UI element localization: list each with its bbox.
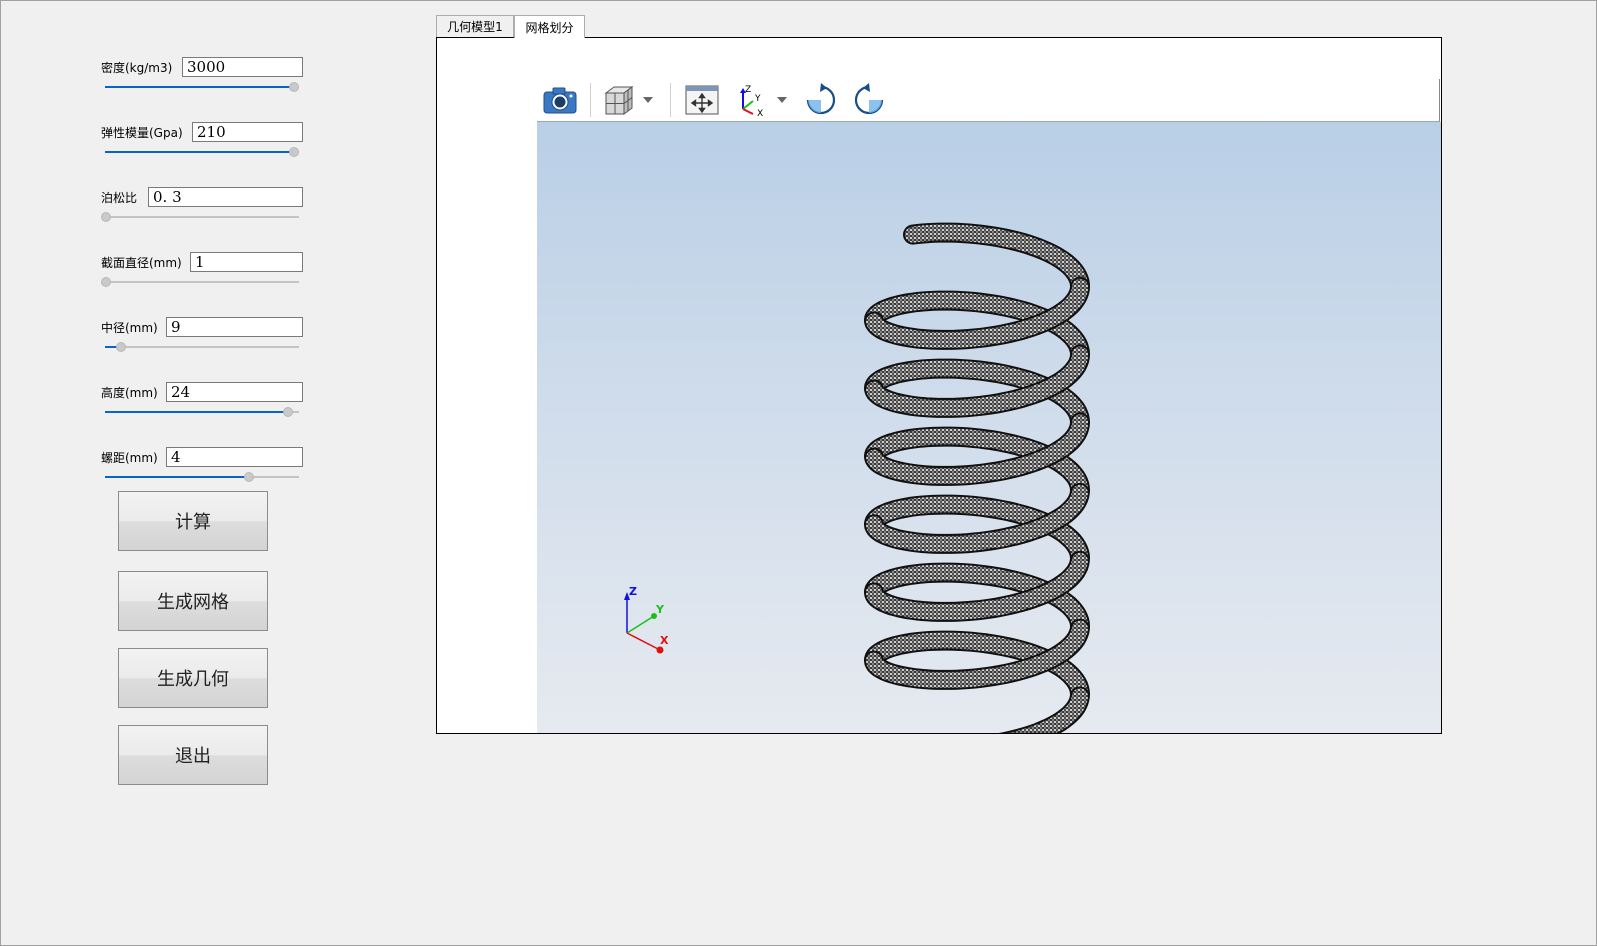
spring-mesh [864,222,1090,733]
mean-diameter-label: 中径(mm) [101,321,158,335]
view-cube-dropdown-chevron-down-icon[interactable] [641,83,655,117]
height-input[interactable]: 24 [166,382,303,402]
poisson-ratio-slider-thumb[interactable] [101,212,111,222]
fit-all-icon[interactable] [683,83,721,117]
rotate-clockwise-icon[interactable] [803,83,839,117]
toolbar-separator [670,83,671,117]
poisson-ratio-input[interactable]: 0. 3 [148,187,303,207]
axis-z-label: Z [629,585,637,598]
density-label: 密度(kg/m3) [101,61,173,75]
view-cube-icon[interactable] [601,83,639,117]
pitch-slider-fill [105,476,248,478]
elastic-modulus-label: 弹性模量(Gpa) [101,126,183,140]
mean-diameter-slider[interactable] [105,341,299,353]
tab-meshing[interactable]: 网格划分 [514,15,585,38]
axis-triad: Z Y X [624,585,669,654]
mean-diameter-slider-thumb[interactable] [116,342,127,352]
poisson-ratio-slider[interactable] [101,211,299,223]
toolbar-axis-y-label: Y [754,94,761,104]
density-slider[interactable] [105,81,299,93]
pitch-slider-thumb[interactable] [243,472,254,482]
axis-x-label: X [660,634,669,647]
section-diameter-label: 截面直径(mm) [101,256,182,270]
elastic-modulus-slider-fill [105,151,293,153]
mean-diameter-input[interactable]: 9 [166,317,303,337]
pitch-slider[interactable] [105,471,299,483]
3d-viewport[interactable]: Z Y X [537,122,1441,733]
generate-geometry-button[interactable]: 生成几何 [118,648,268,708]
density-input[interactable]: 3000 [182,57,303,77]
axis-y-label: Y [655,603,665,616]
section-diameter-input[interactable]: 1 [190,252,303,272]
elastic-modulus-slider[interactable] [105,146,299,158]
axis-orientation-icon[interactable]: Z Y X [735,83,769,117]
density-slider-fill [105,86,293,88]
viewer-toolbar: Z Y X [537,79,1440,122]
exit-button[interactable]: 退出 [118,725,268,785]
meshing-tab-pane: Z Y X Z Y X [436,37,1442,734]
pitch-input[interactable]: 4 [166,447,303,467]
height-label: 高度(mm) [101,386,158,400]
rotate-counterclockwise-icon[interactable] [851,83,887,117]
elastic-modulus-slider-thumb[interactable] [289,147,299,157]
height-slider-thumb[interactable] [283,407,294,417]
height-slider[interactable] [105,406,299,418]
3d-viewer: Z Y X Z Y X [537,79,1441,733]
axis-dropdown-chevron-down-icon[interactable] [775,83,789,117]
toolbar-separator [590,83,591,117]
density-slider-thumb[interactable] [289,82,299,92]
pitch-label: 螺距(mm) [101,451,158,465]
camera-icon[interactable] [541,83,579,117]
tab-geometry-model[interactable]: 几何模型1 [436,15,514,37]
height-slider-fill [105,411,288,413]
section-diameter-slider[interactable] [101,276,299,288]
compute-button[interactable]: 计算 [118,491,268,551]
toolbar-axis-z-label: Z [745,85,751,95]
toolbar-axis-x-label: X [757,109,763,117]
section-diameter-slider-thumb[interactable] [101,277,111,287]
poisson-ratio-label: 泊松比 [101,191,138,205]
generate-mesh-button[interactable]: 生成网格 [118,571,268,631]
elastic-modulus-input[interactable]: 210 [192,122,303,142]
